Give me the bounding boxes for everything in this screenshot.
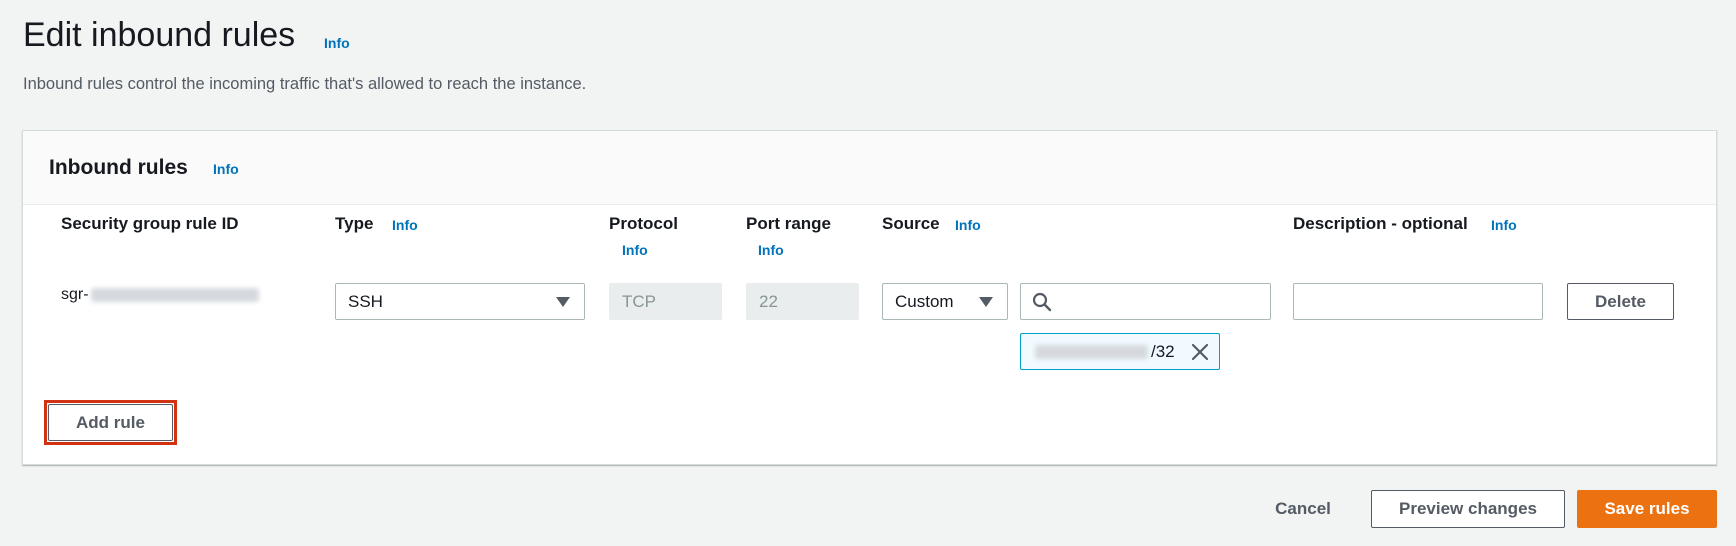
type-info-link[interactable]: Info [392, 217, 418, 233]
column-header-port-range: Port range [746, 214, 832, 233]
panel-title: Inbound rules [49, 156, 188, 179]
column-header-protocol: Protocol [609, 214, 678, 233]
protocol-field: TCP [609, 283, 722, 320]
page-description: Inbound rules control the incoming traff… [23, 75, 587, 93]
column-header-description: Description - optional [1293, 214, 1468, 233]
rule-id-prefix: sgr- [61, 286, 89, 303]
rule-id-value: sgr- [61, 286, 259, 304]
source-info-link[interactable]: Info [955, 217, 981, 233]
title-info-link[interactable]: Info [324, 35, 350, 51]
close-icon[interactable] [1191, 343, 1209, 361]
description-info-link[interactable]: Info [1491, 217, 1517, 233]
chevron-down-icon [556, 297, 570, 307]
preview-changes-button[interactable]: Preview changes [1371, 490, 1565, 528]
description-field[interactable] [1302, 288, 1532, 315]
type-select-value: SSH [348, 292, 383, 311]
cancel-button[interactable]: Cancel [1258, 490, 1348, 528]
save-rules-button[interactable]: Save rules [1577, 490, 1717, 528]
protocol-info-link[interactable]: Info [622, 242, 648, 258]
type-select[interactable]: SSH [335, 283, 585, 320]
source-cidr-token: /32 [1020, 333, 1220, 370]
source-search-input[interactable] [1020, 283, 1271, 320]
column-header-rule-id: Security group rule ID [61, 214, 239, 233]
inbound-rules-panel: Inbound rules Info Security group rule I… [22, 130, 1717, 465]
source-type-select[interactable]: Custom [882, 283, 1008, 320]
search-icon [1032, 292, 1052, 312]
chevron-down-icon [979, 297, 993, 307]
panel-info-link[interactable]: Info [213, 161, 239, 177]
source-type-value: Custom [895, 292, 954, 311]
description-input[interactable] [1293, 283, 1543, 320]
add-rule-button[interactable]: Add rule [48, 404, 173, 441]
panel-header: Inbound rules Info [23, 131, 1716, 205]
cidr-suffix: /32 [1151, 342, 1175, 361]
port-range-field: 22 [746, 283, 859, 320]
column-header-type: Type [335, 214, 374, 233]
delete-rule-button[interactable]: Delete [1567, 283, 1674, 320]
redacted-ip-address [1035, 345, 1148, 359]
column-header-source: Source [882, 214, 940, 233]
redacted-rule-id [90, 287, 259, 302]
page-title: Edit inbound rules [23, 16, 296, 54]
source-search-field[interactable] [1059, 288, 1264, 315]
port-range-info-link[interactable]: Info [758, 242, 784, 258]
add-rule-highlight: Add rule [44, 400, 177, 445]
